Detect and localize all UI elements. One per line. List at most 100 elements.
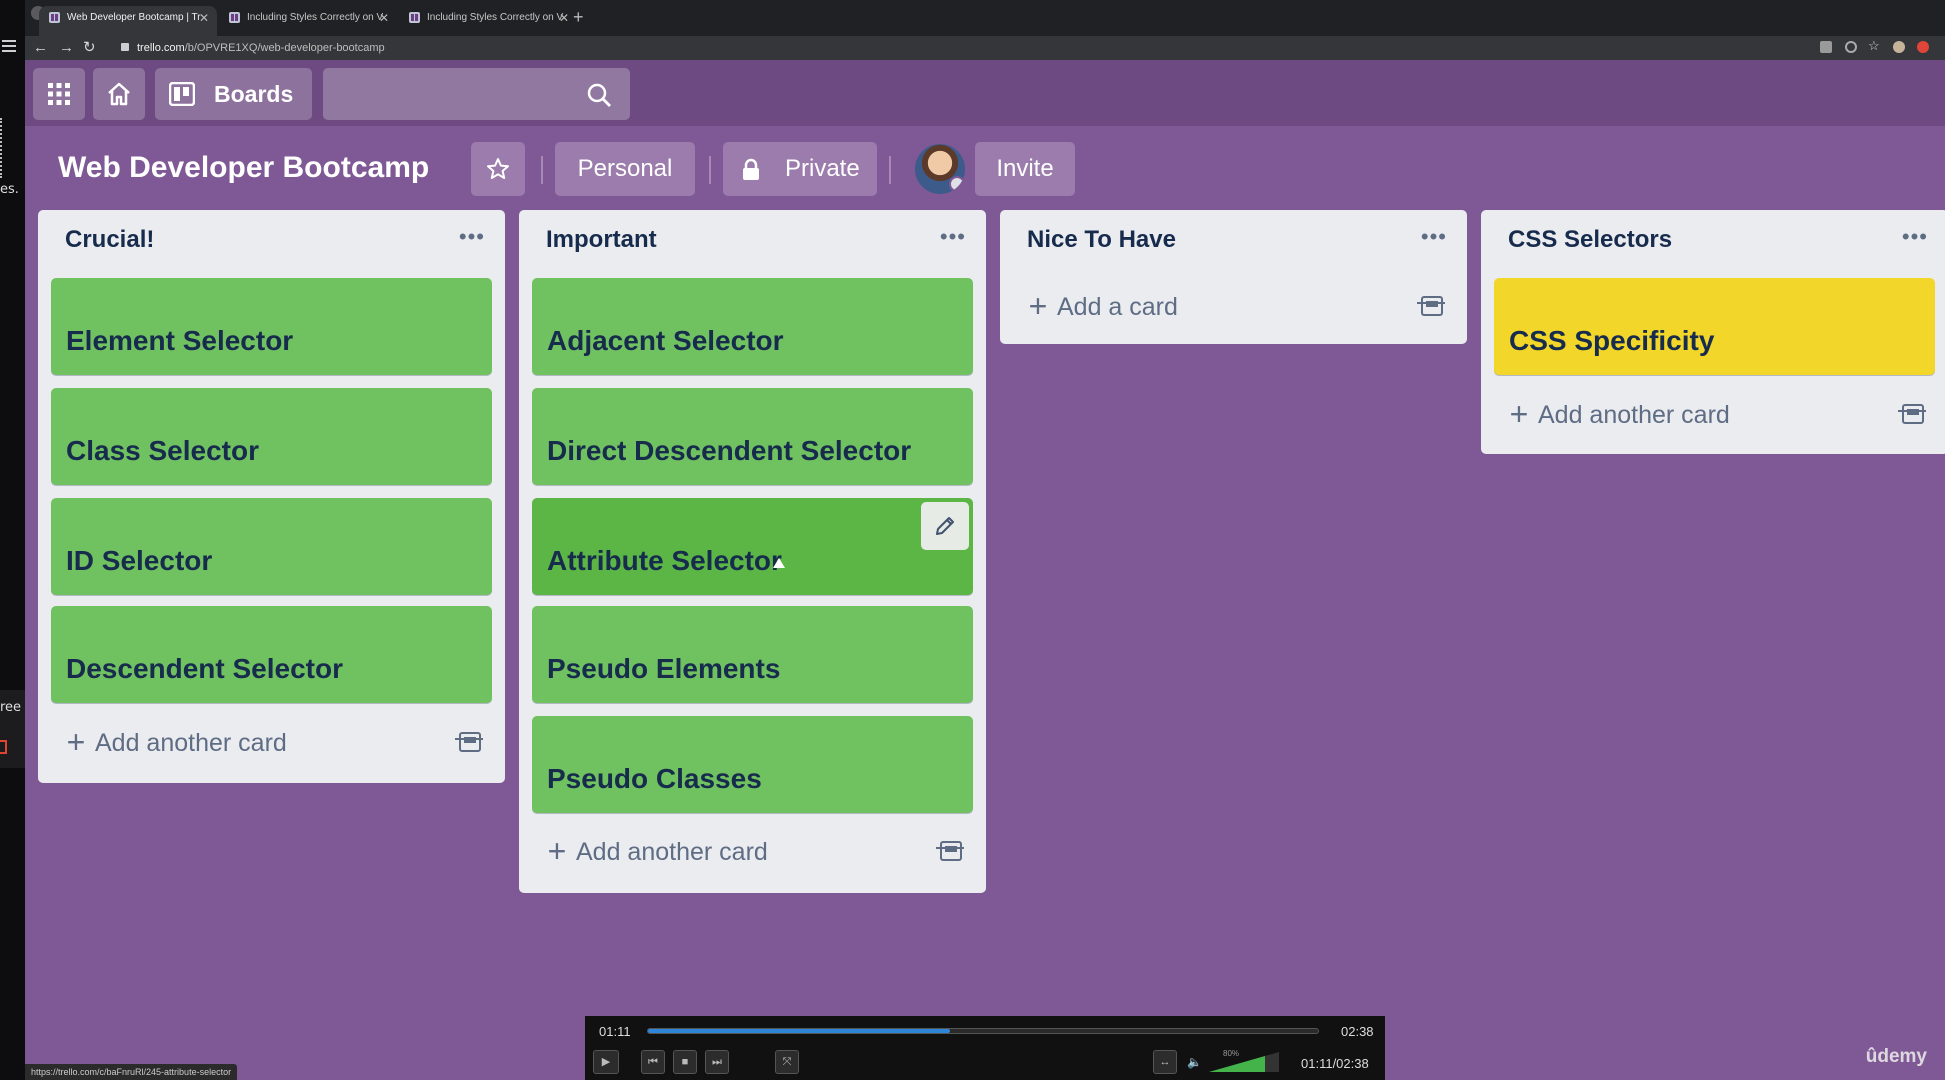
- boards-label: Boards: [214, 81, 294, 107]
- card[interactable]: Attribute Selector: [532, 498, 973, 595]
- link-status-bar: https://trello.com/c/baFnruRl/245-attrib…: [25, 1064, 238, 1080]
- card-template-icon[interactable]: [1898, 404, 1926, 424]
- total-time: 02:38: [1341, 1024, 1374, 1039]
- edit-card-button[interactable]: [921, 502, 969, 550]
- list-css-selectors: CSS Selectors ••• CSS Specificity + Add a…: [1481, 210, 1945, 454]
- card[interactable]: CSS Specificity: [1494, 278, 1935, 375]
- back-icon[interactable]: ←: [33, 38, 48, 58]
- card-title: Adjacent Selector: [547, 325, 784, 356]
- play-button[interactable]: ▶: [593, 1050, 619, 1074]
- mouse-cursor-icon: [773, 558, 785, 568]
- resize-handle[interactable]: [0, 118, 6, 178]
- add-card-button[interactable]: + Add another card: [546, 831, 768, 871]
- team-visibility-button[interactable]: Personal: [555, 142, 695, 196]
- card[interactable]: Pseudo Classes: [532, 716, 973, 813]
- stop-icon[interactable]: ■: [673, 1050, 697, 1074]
- bookmark-star-icon[interactable]: ☆: [1868, 36, 1880, 56]
- apps-grid-icon: [48, 83, 70, 105]
- address-bar[interactable]: trello.com/b/OPVRE1XQ/web-developer-boot…: [121, 38, 1821, 58]
- card[interactable]: Element Selector: [51, 278, 492, 375]
- speaker-icon[interactable]: 🔈: [1187, 1054, 1202, 1070]
- new-tab-icon[interactable]: +: [573, 6, 584, 28]
- fit-width-icon[interactable]: ↔: [1153, 1050, 1177, 1074]
- add-card-label: Add another card: [1538, 401, 1730, 429]
- desktop-icon: [0, 740, 7, 754]
- card-template-icon[interactable]: [936, 841, 964, 861]
- board-title[interactable]: Web Developer Bootcamp: [58, 148, 429, 188]
- card[interactable]: Adjacent Selector: [532, 278, 973, 375]
- card[interactable]: Pseudo Elements: [532, 606, 973, 703]
- lock-icon: [743, 158, 759, 180]
- star-board-button[interactable]: [471, 142, 525, 196]
- list-menu-icon[interactable]: •••: [1902, 224, 1928, 250]
- list-title[interactable]: Crucial!: [65, 224, 154, 256]
- current-time: 01:11: [599, 1024, 631, 1039]
- card[interactable]: Descendent Selector: [51, 606, 492, 703]
- card[interactable]: Class Selector: [51, 388, 492, 485]
- reload-icon[interactable]: ↻: [83, 38, 96, 58]
- desktop-text-fragment: ree: [0, 700, 22, 715]
- forward-icon[interactable]: →: [59, 38, 74, 58]
- card-title: Class Selector: [66, 435, 259, 466]
- boards-button[interactable]: Boards: [155, 68, 312, 120]
- add-card-button[interactable]: + Add another card: [1508, 394, 1730, 434]
- add-card-button[interactable]: + Add a card: [1027, 286, 1178, 326]
- privacy-button[interactable]: Private: [723, 142, 877, 196]
- hamburger-icon[interactable]: [2, 40, 16, 52]
- admin-badge-icon: [949, 176, 965, 192]
- card-title: Pseudo Elements: [547, 653, 781, 684]
- list-title[interactable]: CSS Selectors: [1508, 224, 1672, 256]
- close-tab-icon[interactable]: ✕: [199, 6, 209, 30]
- card-title: Descendent Selector: [66, 653, 343, 684]
- seek-bar[interactable]: [647, 1028, 1319, 1034]
- tab-title: Web Developer Bootcamp | Tr: [67, 12, 201, 23]
- card[interactable]: Direct Descendent Selector: [532, 388, 973, 485]
- board-icon: [169, 82, 195, 106]
- previous-icon[interactable]: ⏮: [641, 1050, 665, 1074]
- lock-icon: [121, 43, 129, 51]
- member-avatar[interactable]: [915, 144, 965, 194]
- desktop-text-fragment: es.: [0, 182, 19, 197]
- card-title: ID Selector: [66, 545, 213, 576]
- next-icon[interactable]: ⏭: [705, 1050, 729, 1074]
- trello-favicon-icon: [229, 12, 240, 23]
- close-tab-icon[interactable]: ✕: [559, 6, 569, 30]
- screen: { "browser": { "tabs": [ {"title": "Web …: [0, 0, 1945, 1080]
- browser-tab[interactable]: Including Styles Correctly on V ✕: [399, 6, 577, 36]
- divider: [889, 156, 891, 184]
- volume-percent: 80%: [1223, 1049, 1240, 1058]
- list-title[interactable]: Important: [546, 224, 657, 256]
- translate-icon[interactable]: [1820, 41, 1832, 53]
- add-card-button[interactable]: + Add another card: [65, 722, 287, 762]
- fullscreen-icon[interactable]: ⤧: [775, 1050, 799, 1074]
- list-menu-icon[interactable]: •••: [940, 224, 966, 250]
- pencil-icon: [936, 517, 954, 535]
- card[interactable]: ID Selector: [51, 498, 492, 595]
- profile-icon[interactable]: [1893, 41, 1905, 53]
- add-card-label: Add another card: [95, 729, 287, 757]
- udemy-watermark: ûdemy: [1865, 1046, 1927, 1067]
- volume-slider[interactable]: 80%: [1209, 1049, 1279, 1072]
- browser-tab[interactable]: Including Styles Correctly on V ✕: [219, 6, 397, 36]
- card-title: Direct Descendent Selector: [547, 435, 912, 466]
- apps-button[interactable]: [33, 68, 85, 120]
- home-button[interactable]: [93, 68, 145, 120]
- search-input[interactable]: [323, 68, 630, 120]
- video-player-controls: 01:11 02:38 ▶ ⏮ ■ ⏭ ⤧ ↔ 🔈 80% 01:11/02:3…: [585, 1016, 1385, 1080]
- plus-icon: +: [66, 724, 86, 760]
- list-menu-icon[interactable]: •••: [1421, 224, 1447, 250]
- close-tab-icon[interactable]: ✕: [379, 6, 389, 30]
- add-card-label: Add a card: [1057, 293, 1178, 321]
- tab-title: Including Styles Correctly on V: [427, 12, 564, 23]
- card-title: CSS Specificity: [1509, 325, 1715, 356]
- invite-button[interactable]: Invite: [975, 142, 1075, 196]
- extension-icon[interactable]: [1917, 41, 1929, 53]
- list-title[interactable]: Nice To Have: [1027, 224, 1176, 256]
- browser-tab[interactable]: Web Developer Bootcamp | Tr ✕: [39, 6, 217, 36]
- board-header: Web Developer Bootcamp Personal Private …: [25, 136, 1945, 200]
- list-menu-icon[interactable]: •••: [459, 224, 485, 250]
- privacy-label: Private: [785, 155, 860, 182]
- card-template-icon[interactable]: [1417, 296, 1445, 316]
- zoom-icon[interactable]: [1845, 41, 1857, 53]
- card-template-icon[interactable]: [455, 732, 483, 752]
